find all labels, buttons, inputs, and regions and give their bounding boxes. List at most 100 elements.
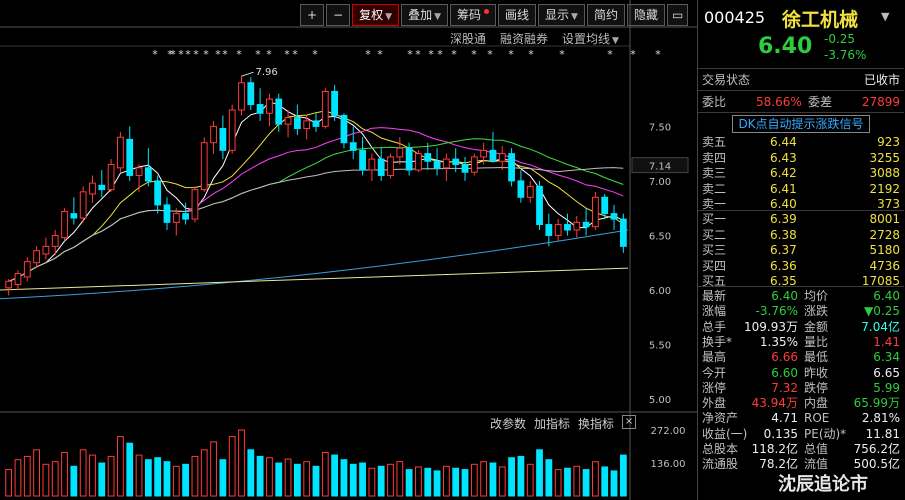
candle-body <box>266 98 273 114</box>
order-price: 6.38 <box>770 227 797 242</box>
close-indicator-icon[interactable]: × <box>622 415 637 429</box>
signal-star-icon: * <box>365 48 371 61</box>
order-price: 6.43 <box>770 150 797 165</box>
order-volume: 923 <box>877 135 900 149</box>
stat-label: 总股本 <box>702 442 739 456</box>
volume-bar <box>210 441 217 497</box>
stat-row: 最高 6.66 最低 6.34 <box>698 349 904 365</box>
candle-body <box>508 153 515 182</box>
candle-body <box>200 142 208 191</box>
order-book-row: 买三 6.37 5180 <box>698 242 904 258</box>
stat-label-2: 涨跌 <box>804 304 829 319</box>
candle-body <box>377 158 385 176</box>
signal-star-icon: * <box>292 48 298 61</box>
volume-bar <box>5 469 13 497</box>
stat-label: 最新 <box>702 289 727 303</box>
stat-row: 最新 6.40 均价 6.40 <box>698 288 904 304</box>
stat-value: 6.40 <box>771 289 798 303</box>
candle-body <box>182 213 189 220</box>
volume-bar <box>42 463 50 497</box>
volume-bar <box>377 465 385 497</box>
last-price-tag: 7.14 <box>649 162 671 173</box>
candle-body <box>321 90 329 127</box>
stat-value-2: 11.81 <box>865 426 900 441</box>
volume-bar <box>564 467 571 497</box>
order-volume: 3255 <box>869 150 900 165</box>
stock-name: 徐工机械 <box>782 9 859 31</box>
wc-label: 委差 <box>808 95 833 109</box>
candle-body <box>405 147 413 171</box>
candle-body <box>592 196 599 228</box>
stat-value: 118.2亿 <box>751 442 798 456</box>
order-book-row: 卖四 6.43 3255 <box>698 150 904 166</box>
volume-bar <box>368 467 376 497</box>
volume-bar <box>98 462 106 497</box>
volume-bar <box>312 465 320 497</box>
candle-body <box>387 156 394 176</box>
stat-label: 最高 <box>702 350 727 365</box>
volume-bar <box>601 466 609 497</box>
ma30-line <box>8 138 624 282</box>
stat-value: 6.60 <box>771 365 798 380</box>
order-price: 6.37 <box>770 243 797 257</box>
price-tick-label: 5.00 <box>649 395 671 406</box>
signal-star-icon: * <box>284 48 290 61</box>
order-volume: 2192 <box>869 181 900 196</box>
signal-star-icon: * <box>377 48 383 61</box>
wb-value: 58.66% <box>756 95 802 109</box>
volume-bar <box>182 463 189 497</box>
volume-bar <box>321 451 329 497</box>
candle-body <box>117 136 124 169</box>
volume-bar <box>331 454 339 497</box>
volume-bar <box>172 465 180 497</box>
volume-bar <box>443 465 450 497</box>
order-volume: 2728 <box>869 227 900 242</box>
signal-star-icon: * <box>428 48 434 61</box>
signal-button[interactable]: DK点自动提示涨跌信号 <box>732 115 870 133</box>
candle-body <box>284 117 292 125</box>
signal-star-icon: * <box>508 48 514 61</box>
stat-label: 流通股 <box>702 457 739 472</box>
candle-body <box>443 158 450 169</box>
signal-star-icon: * <box>630 48 636 61</box>
stat-value: 43.94万 <box>751 396 798 411</box>
volume-bar <box>191 455 199 497</box>
volume-bar <box>424 467 432 497</box>
menu-chevron-icon[interactable]: ▼ <box>881 10 889 23</box>
volume-bar <box>396 461 404 497</box>
candle-body <box>564 224 571 231</box>
signal-star-icon: * <box>203 48 209 61</box>
order-level-label: 买二 <box>702 227 727 242</box>
order-price: 6.42 <box>770 166 797 180</box>
candle-body <box>98 184 106 191</box>
candle-body <box>601 196 609 215</box>
stat-value: 109.93万 <box>744 319 798 334</box>
order-level-label: 卖四 <box>702 150 727 165</box>
signal-star-icon: * <box>222 48 228 61</box>
volume-bar <box>480 461 488 497</box>
candle-body <box>275 98 283 125</box>
volume-bar <box>573 465 581 497</box>
volume-bar <box>470 463 478 497</box>
signal-star-icon: * <box>528 48 534 61</box>
volume-bar <box>256 455 264 497</box>
signal-star-icon: * <box>407 48 413 61</box>
switch-indicator-button[interactable]: 换指标 <box>578 415 614 432</box>
candle-body <box>433 160 441 169</box>
candle-body <box>210 125 217 144</box>
stat-value-2: 65.99万 <box>853 396 900 411</box>
volume-bar <box>293 463 301 497</box>
order-book-row: 卖五 6.44 923 <box>698 134 904 150</box>
stock-price: 6.40 <box>758 34 813 59</box>
edit-params-button[interactable]: 改参数 <box>490 415 526 432</box>
candle-body <box>107 164 115 191</box>
candle-body <box>526 185 534 198</box>
stat-label-2: 内盘 <box>804 396 829 411</box>
stat-value: 7.32 <box>771 380 798 395</box>
candle-body <box>498 153 506 162</box>
signal-star-icon: * <box>255 48 261 61</box>
price-tick-label: 7.00 <box>649 177 671 188</box>
add-indicator-button[interactable]: 加指标 <box>534 415 570 432</box>
volume-bar <box>359 462 366 497</box>
signal-star-icon: * <box>607 48 613 61</box>
